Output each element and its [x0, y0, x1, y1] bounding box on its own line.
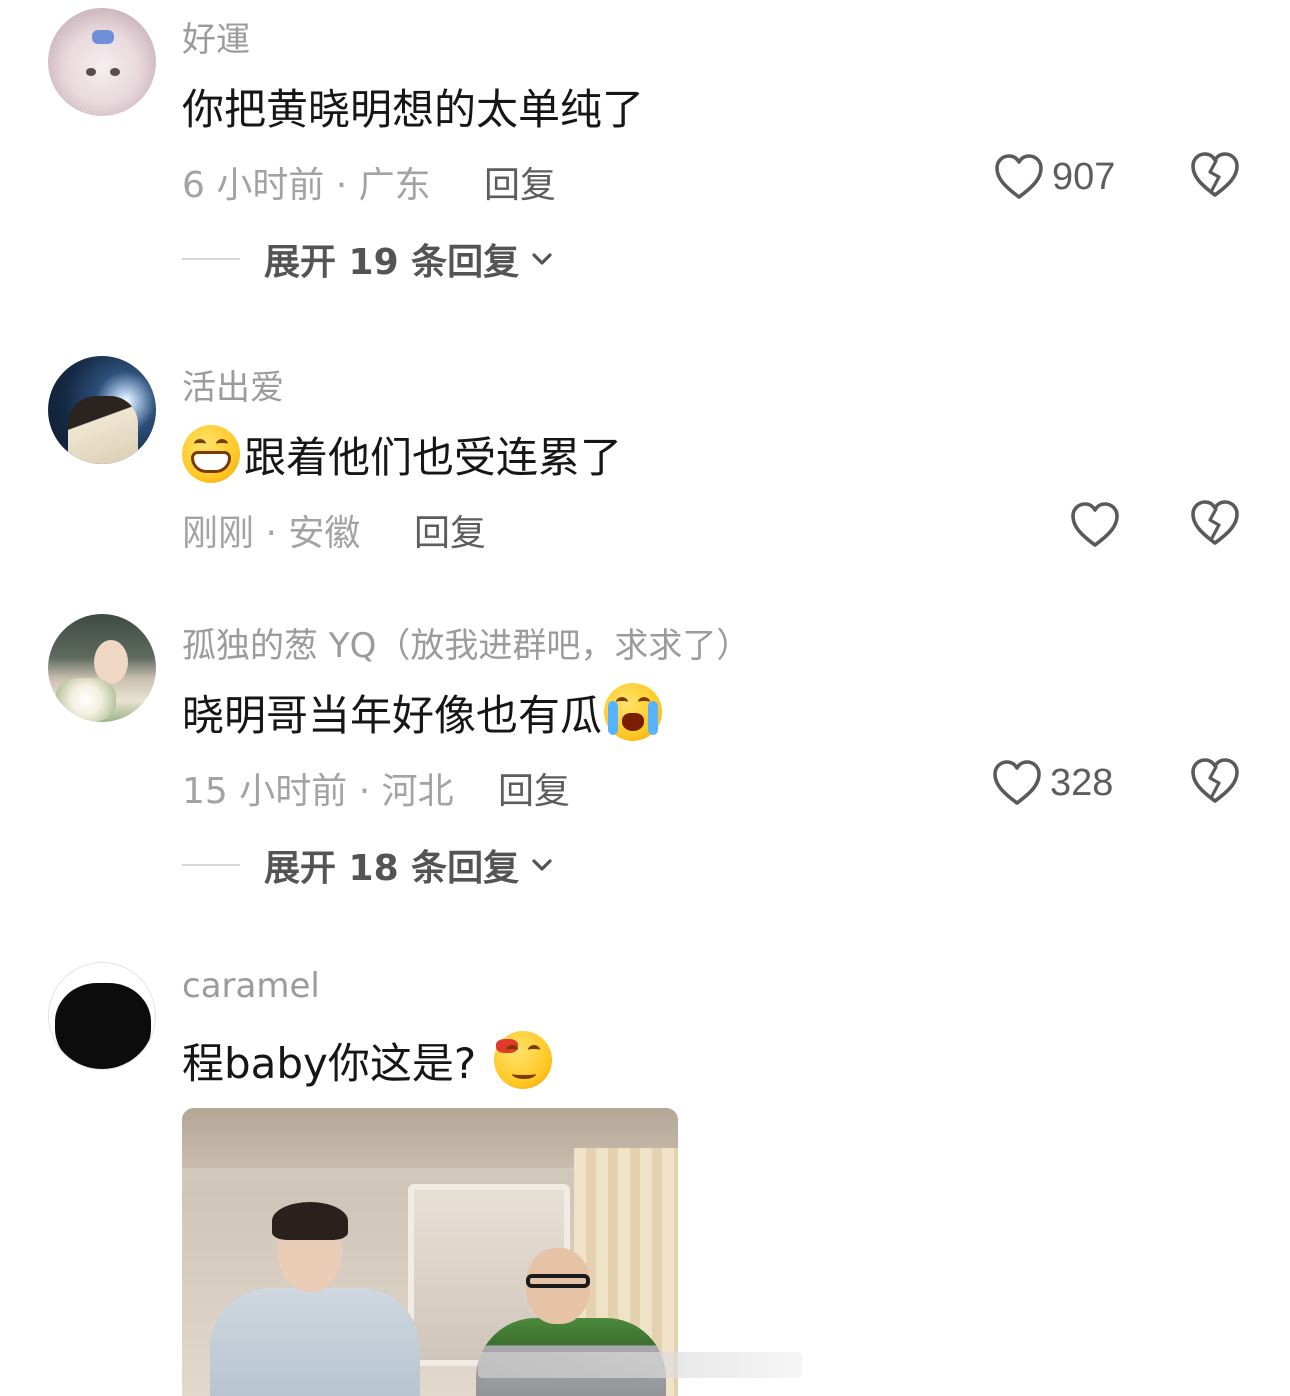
comment-text-content: 程baby你这是? [182, 1038, 477, 1088]
comment-username[interactable]: 好運 [182, 12, 250, 61]
comment-username[interactable]: caramel [182, 966, 320, 1006]
heart-outline-icon [1071, 502, 1119, 547]
like-button[interactable]: 907 [994, 152, 1115, 202]
comment-meta: 6 小时前 · 广东 [182, 165, 431, 206]
reply-button[interactable]: 回复 [498, 762, 570, 814]
comment-text: 晓明哥当年好像也有瓜 [182, 682, 663, 742]
avatar[interactable] [48, 962, 156, 1070]
comment-text: 程baby你这是? [182, 1030, 553, 1090]
like-button[interactable] [1070, 500, 1120, 550]
watermark-strip [478, 1352, 802, 1378]
comment-text: 你把黄晓明想的太单纯了 [182, 78, 644, 134]
comment-username[interactable]: 孤独的葱 YQ（放我进群吧，求求了） [182, 618, 750, 667]
expand-replies-button[interactable]: 展开 19 条回复 [182, 234, 555, 284]
smug-face-emoji [494, 1031, 553, 1089]
broken-heart-icon [1191, 758, 1239, 803]
avatar[interactable] [48, 356, 156, 464]
expand-replies-label: 展开 18 条回复 [264, 848, 520, 889]
chevron-down-icon [532, 253, 552, 265]
divider [182, 258, 240, 260]
dislike-button[interactable] [1190, 758, 1240, 808]
like-count: 328 [1050, 761, 1114, 804]
heart-outline-icon [995, 154, 1043, 199]
like-count: 907 [1052, 155, 1116, 198]
comment-meta: 15 小时前 · 河北 [182, 771, 454, 812]
avatar[interactable] [48, 8, 156, 116]
comment-username[interactable]: 活出爱 [182, 360, 284, 409]
reply-button[interactable]: 回复 [414, 504, 486, 556]
expand-replies-label: 展开 19 条回复 [264, 242, 520, 283]
dislike-button[interactable] [1190, 500, 1240, 550]
crying-face-emoji [604, 683, 663, 741]
chevron-down-icon [532, 859, 552, 871]
comment-text-content: 晓明哥当年好像也有瓜 [182, 690, 603, 740]
comment-meta: 刚刚 · 安徽 [182, 513, 361, 554]
comment-text-content: 你把黄晓明想的太单纯了 [182, 84, 645, 134]
dislike-button[interactable] [1190, 152, 1240, 202]
comment-text: 跟着他们也受连累了 [182, 424, 622, 484]
broken-heart-icon [1191, 500, 1239, 545]
comment-text-content: 跟着他们也受连累了 [244, 432, 623, 482]
divider [182, 864, 240, 866]
expand-replies-button[interactable]: 展开 18 条回复 [182, 840, 555, 890]
like-button[interactable]: 328 [992, 758, 1113, 808]
heart-outline-icon [993, 760, 1041, 805]
broken-heart-icon [1191, 152, 1239, 197]
grinning-face-emoji [182, 425, 240, 483]
avatar[interactable] [48, 614, 156, 722]
reply-button[interactable]: 回复 [484, 156, 556, 208]
